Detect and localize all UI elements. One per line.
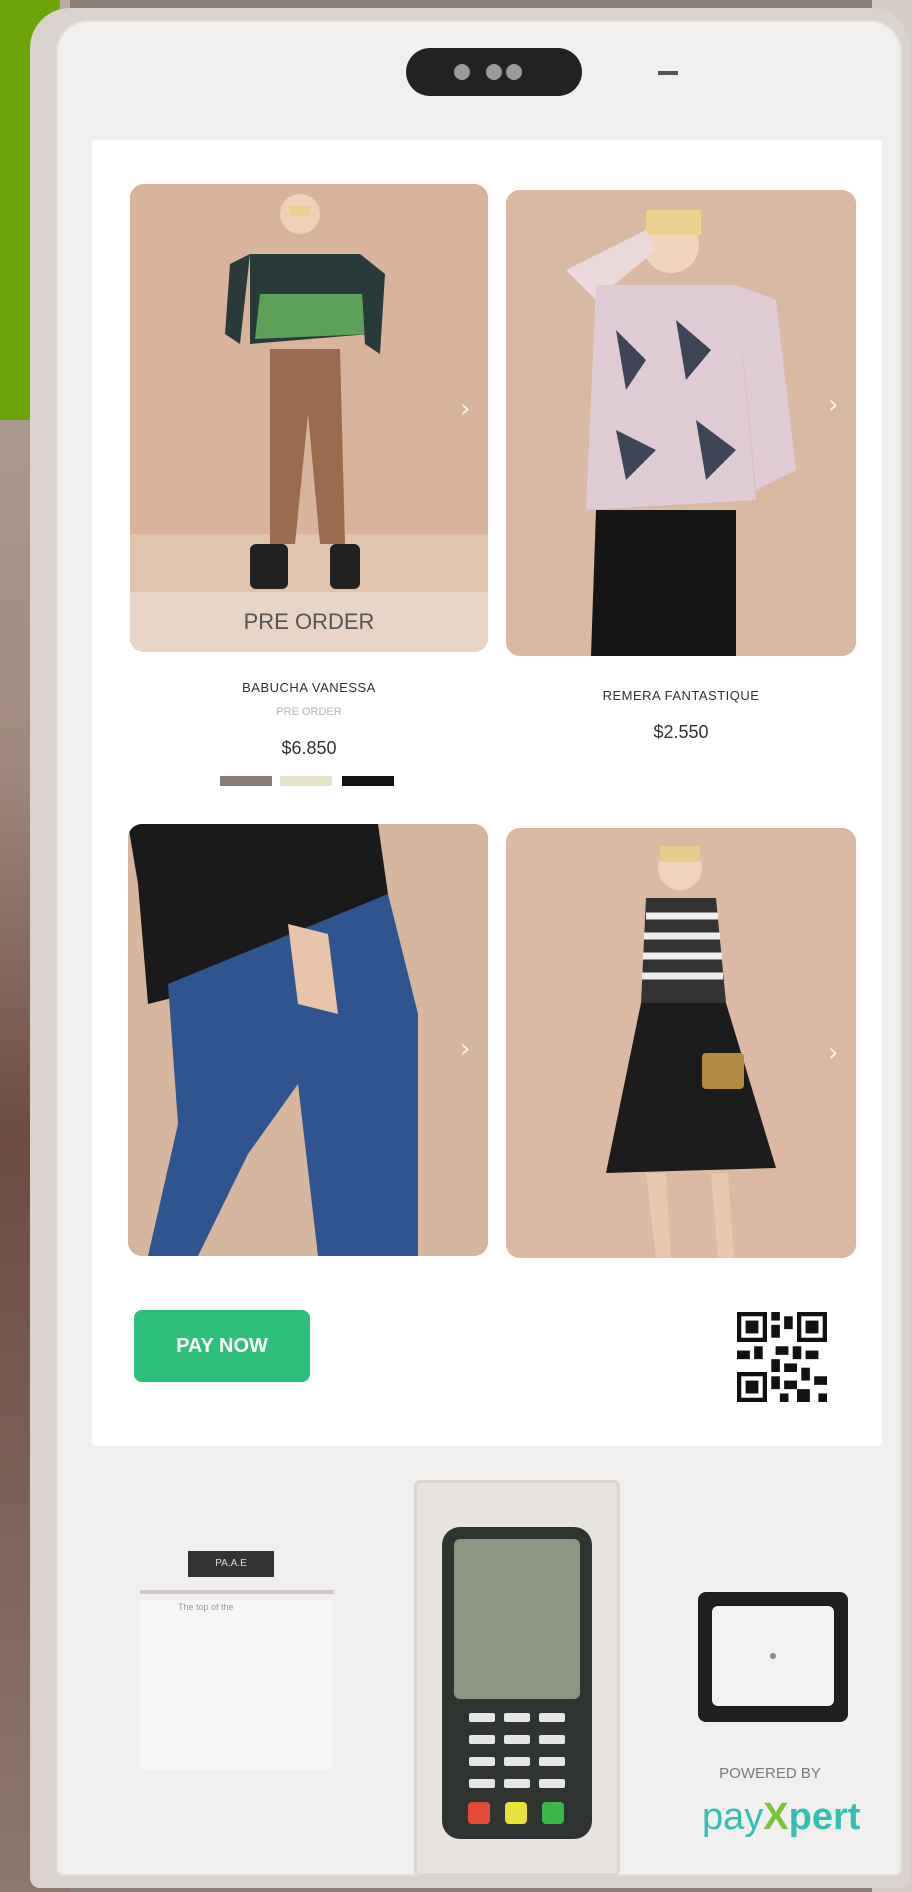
product-name[interactable]: REMERA FANTASTIQUE <box>506 688 856 703</box>
card-terminal[interactable] <box>442 1527 592 1839</box>
keypad-key[interactable] <box>504 1713 530 1722</box>
color-swatch[interactable] <box>280 776 332 786</box>
powered-by-label: POWERED BY <box>719 1765 821 1782</box>
keypad-key[interactable] <box>469 1735 495 1744</box>
terminal-screen <box>454 1539 580 1699</box>
receipt-slot <box>140 1590 334 1594</box>
product-image-skirt[interactable]: › <box>506 828 856 1258</box>
camera-lens-icon <box>454 64 470 80</box>
nfc-reader-icon[interactable] <box>698 1592 848 1722</box>
printer-label: PA.A.E <box>188 1551 274 1577</box>
camera-lens-icon <box>506 64 522 80</box>
color-swatch[interactable] <box>342 776 394 786</box>
keypad-key[interactable] <box>539 1713 565 1722</box>
keypad-key[interactable] <box>539 1735 565 1744</box>
model-photo <box>130 184 488 652</box>
correct-key[interactable] <box>505 1802 527 1824</box>
nfc-indicator <box>770 1653 776 1659</box>
product-image-remera[interactable]: › <box>506 190 856 656</box>
product-name[interactable]: BABUCHA VANESSA <box>130 680 488 695</box>
color-swatch[interactable] <box>220 776 272 786</box>
keypad-key[interactable] <box>504 1735 530 1744</box>
keypad-key[interactable] <box>469 1757 495 1766</box>
keypad-key[interactable] <box>504 1779 530 1788</box>
product-image-jeans[interactable]: › <box>128 824 488 1256</box>
model-photo <box>128 824 488 1256</box>
product-image-babucha[interactable]: PRE ORDER › <box>130 184 488 652</box>
chevron-right-icon[interactable]: › <box>460 394 470 424</box>
chevron-right-icon[interactable]: › <box>460 1034 470 1064</box>
enter-key[interactable] <box>542 1802 564 1824</box>
chevron-right-icon[interactable]: › <box>828 390 838 420</box>
chevron-right-icon[interactable]: › <box>828 1038 838 1068</box>
qr-code-icon[interactable] <box>737 1312 827 1402</box>
keypad-key[interactable] <box>539 1779 565 1788</box>
printer-note: The top of the <box>178 1602 234 1612</box>
keypad-key[interactable] <box>469 1779 495 1788</box>
keypad-key[interactable] <box>469 1713 495 1722</box>
nfc-reader-window <box>712 1606 834 1706</box>
model-photo <box>506 828 856 1258</box>
camera-module <box>406 48 582 96</box>
payxpert-logo: payXpert <box>702 1796 861 1838</box>
cancel-key[interactable] <box>468 1802 490 1824</box>
pre-order-banner: PRE ORDER <box>130 592 488 652</box>
product-price: $6.850 <box>281 738 337 758</box>
receipt-printer <box>140 1600 332 1770</box>
pre-order-label: PRE ORDER <box>276 706 342 718</box>
camera-lens-icon <box>486 64 502 80</box>
product-price: $2.550 <box>653 722 709 742</box>
keypad-key[interactable] <box>504 1757 530 1766</box>
keypad-key[interactable] <box>539 1757 565 1766</box>
model-photo <box>506 190 856 656</box>
pay-now-button[interactable]: PAY NOW <box>134 1310 310 1382</box>
proximity-sensor <box>658 71 678 75</box>
